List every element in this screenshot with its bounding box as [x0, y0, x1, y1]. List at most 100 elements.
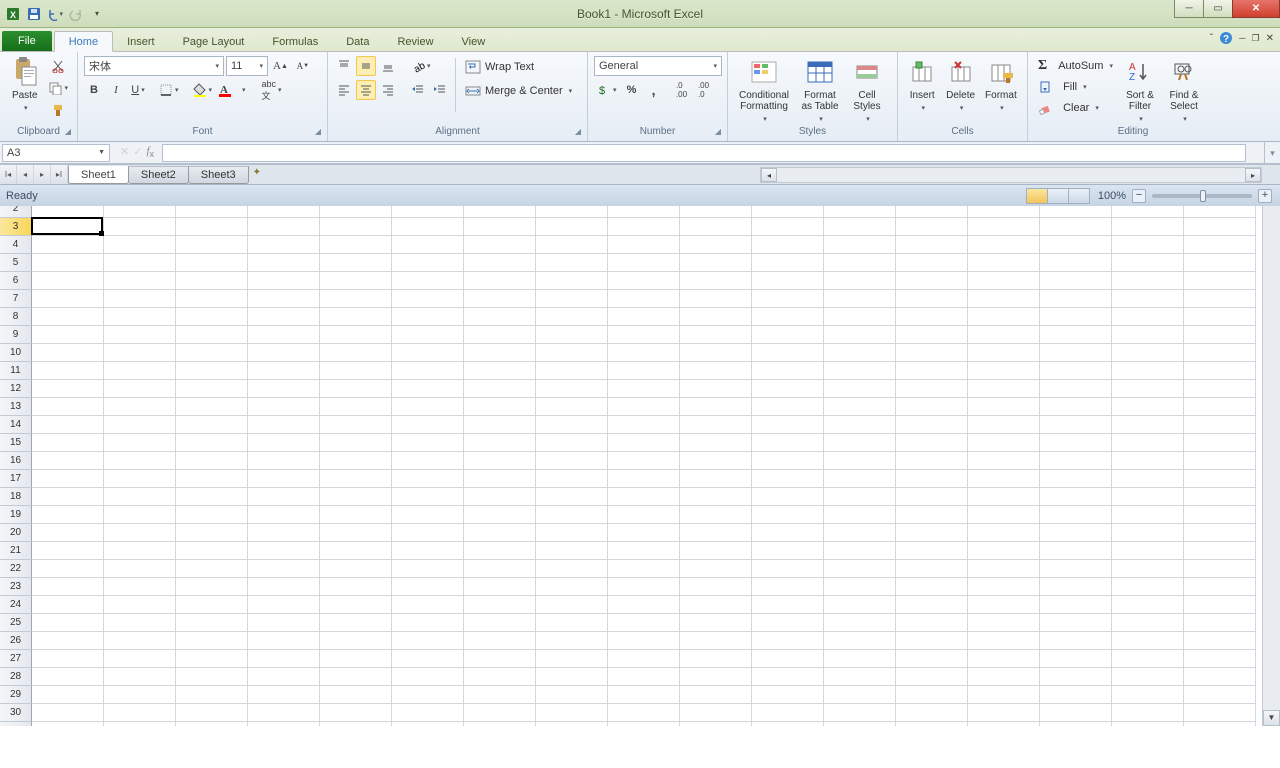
cell[interactable]: [1040, 362, 1112, 380]
tab-insert[interactable]: Insert: [113, 32, 169, 51]
cell[interactable]: [896, 704, 968, 722]
cell[interactable]: [536, 506, 608, 524]
cell[interactable]: [680, 596, 752, 614]
cell[interactable]: [1112, 380, 1184, 398]
cell[interactable]: [32, 452, 104, 470]
cell[interactable]: [176, 488, 248, 506]
cell[interactable]: [896, 686, 968, 704]
cell[interactable]: [248, 254, 320, 272]
cell[interactable]: [176, 578, 248, 596]
cell[interactable]: [1184, 434, 1256, 452]
cell[interactable]: [104, 236, 176, 254]
help-icon[interactable]: ?: [1219, 31, 1233, 45]
cell[interactable]: [176, 650, 248, 668]
cell[interactable]: [752, 398, 824, 416]
row-header-31[interactable]: 31: [0, 722, 32, 726]
cell[interactable]: [1112, 272, 1184, 290]
tab-file[interactable]: File: [2, 31, 52, 51]
insert-cells-button[interactable]: Insert▾: [904, 54, 940, 114]
cell[interactable]: [1112, 218, 1184, 236]
cell[interactable]: [752, 596, 824, 614]
undo-icon[interactable]: ▾: [46, 5, 64, 23]
cell[interactable]: [968, 380, 1040, 398]
cell[interactable]: [680, 236, 752, 254]
cell[interactable]: [248, 434, 320, 452]
cell[interactable]: [752, 236, 824, 254]
cell[interactable]: [392, 344, 464, 362]
cell[interactable]: [320, 488, 392, 506]
cell[interactable]: [464, 614, 536, 632]
cell[interactable]: [824, 362, 896, 380]
phonetic-button[interactable]: abc文▾: [259, 80, 285, 100]
cell[interactable]: [1184, 722, 1256, 726]
tab-pagelayout[interactable]: Page Layout: [169, 32, 259, 51]
cell[interactable]: [104, 308, 176, 326]
cell[interactable]: [320, 506, 392, 524]
cell[interactable]: [32, 488, 104, 506]
cell[interactable]: [176, 434, 248, 452]
cell[interactable]: [536, 704, 608, 722]
cell[interactable]: [1184, 218, 1256, 236]
cell[interactable]: [104, 506, 176, 524]
cell[interactable]: [752, 218, 824, 236]
cell[interactable]: [320, 596, 392, 614]
cell[interactable]: [752, 560, 824, 578]
cell[interactable]: [32, 218, 104, 236]
row-header-19[interactable]: 19: [0, 506, 32, 524]
cell[interactable]: [320, 362, 392, 380]
cell[interactable]: [320, 434, 392, 452]
align-bottom-icon[interactable]: [378, 56, 398, 76]
cell[interactable]: [104, 560, 176, 578]
bold-button[interactable]: B: [84, 80, 104, 100]
cell[interactable]: [824, 686, 896, 704]
cell[interactable]: [752, 254, 824, 272]
cell[interactable]: [464, 506, 536, 524]
cell[interactable]: [1040, 272, 1112, 290]
cell[interactable]: [752, 380, 824, 398]
cell[interactable]: [1184, 326, 1256, 344]
cell[interactable]: [1112, 416, 1184, 434]
cell[interactable]: [1184, 290, 1256, 308]
cell[interactable]: [608, 290, 680, 308]
cell[interactable]: [392, 218, 464, 236]
cell[interactable]: [320, 344, 392, 362]
next-sheet-icon[interactable]: ▸: [34, 165, 51, 184]
workbook-close-icon[interactable]: ✕: [1266, 33, 1274, 44]
cell[interactable]: [680, 254, 752, 272]
cell[interactable]: [104, 470, 176, 488]
cell[interactable]: [32, 506, 104, 524]
cell[interactable]: [104, 398, 176, 416]
cell[interactable]: [104, 650, 176, 668]
cell[interactable]: [896, 308, 968, 326]
increase-decimal-icon[interactable]: .0.00: [672, 80, 692, 100]
cell[interactable]: [752, 290, 824, 308]
row-header-8[interactable]: 8: [0, 308, 32, 326]
cell[interactable]: [176, 380, 248, 398]
row-header-21[interactable]: 21: [0, 542, 32, 560]
cell[interactable]: [1112, 722, 1184, 726]
cell[interactable]: [680, 290, 752, 308]
cell[interactable]: [320, 308, 392, 326]
cell[interactable]: [536, 668, 608, 686]
cell[interactable]: [1184, 650, 1256, 668]
cell[interactable]: [1112, 542, 1184, 560]
cell[interactable]: [896, 362, 968, 380]
cell[interactable]: [896, 488, 968, 506]
cell[interactable]: [608, 236, 680, 254]
name-box[interactable]: A3▼: [2, 144, 110, 162]
cell[interactable]: [392, 722, 464, 726]
cell[interactable]: [752, 362, 824, 380]
cell[interactable]: [680, 632, 752, 650]
cell[interactable]: [1040, 632, 1112, 650]
cell[interactable]: [176, 506, 248, 524]
cell[interactable]: [752, 434, 824, 452]
cell[interactable]: [32, 632, 104, 650]
cell[interactable]: [320, 542, 392, 560]
cell[interactable]: [392, 704, 464, 722]
row-header-10[interactable]: 10: [0, 344, 32, 362]
cell[interactable]: [320, 290, 392, 308]
cell[interactable]: [1184, 578, 1256, 596]
cell[interactable]: [536, 254, 608, 272]
cell[interactable]: [824, 560, 896, 578]
cell[interactable]: [968, 722, 1040, 726]
